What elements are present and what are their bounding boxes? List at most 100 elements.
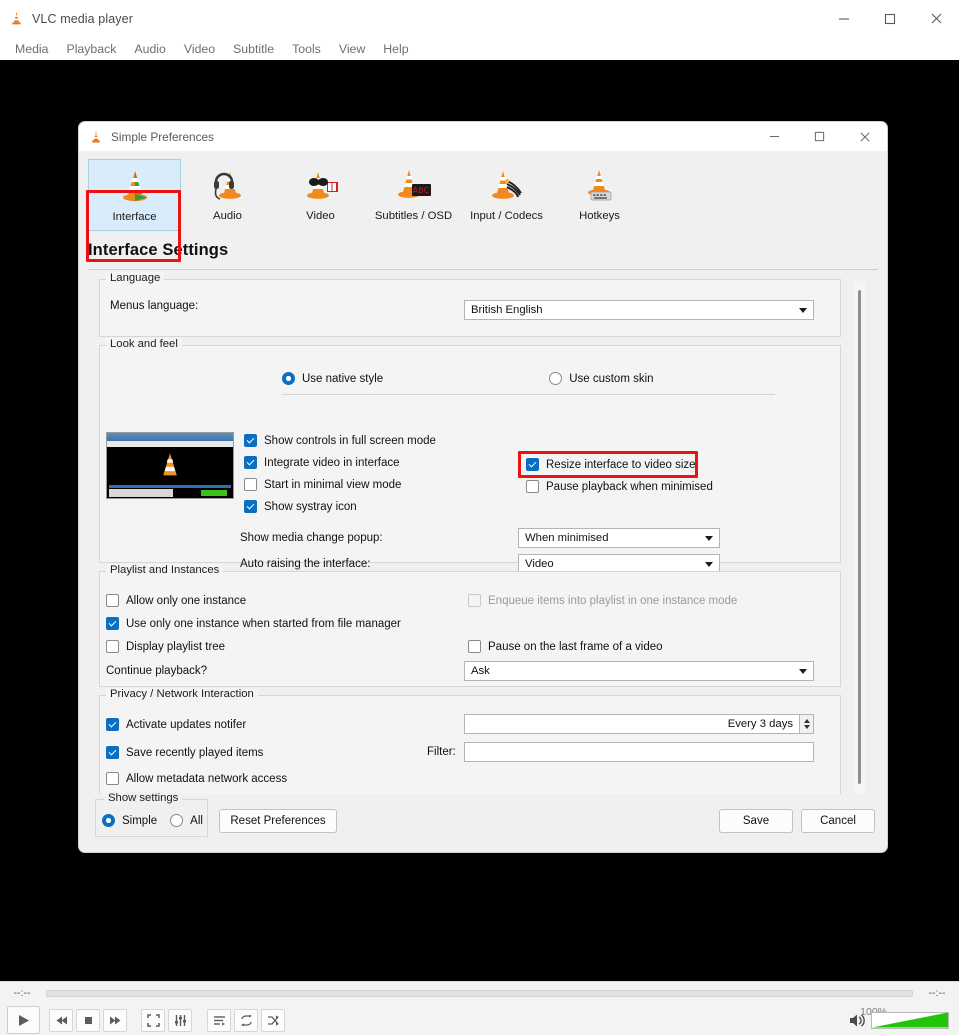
cone-keyboard-icon [580, 164, 620, 208]
group-language: Language Menus language: British English [99, 272, 841, 337]
category-input-codecs[interactable]: Input / Codecs [460, 159, 553, 231]
menu-video[interactable]: Video [175, 40, 224, 58]
radio-show-simple[interactable]: Simple [102, 814, 157, 827]
checkbox-activate-updates-label: Activate updates notifer [126, 718, 247, 731]
fullscreen-button[interactable] [141, 1008, 165, 1032]
loop-button[interactable] [234, 1008, 258, 1032]
look-divider [282, 394, 775, 395]
stop-button[interactable] [76, 1008, 100, 1032]
page-title: Interface Settings [88, 241, 229, 259]
category-subtitles-label: Subtitles / OSD [374, 210, 453, 222]
checkbox-display-playlist-tree[interactable]: Display playlist tree [106, 640, 225, 653]
chevron-up-icon [803, 719, 810, 723]
checkbox-pause-when-minimised[interactable]: Pause playback when minimised [526, 480, 713, 493]
checkbox-allow-metadata-network[interactable]: Allow metadata network access [106, 772, 287, 785]
checkbox-start-minimal-view[interactable]: Start in minimal view mode [244, 478, 436, 491]
time-total: --:-- [928, 987, 946, 999]
menu-tools[interactable]: Tools [283, 40, 330, 58]
dialog-window-controls [752, 122, 887, 151]
dialog-footer: Show settings Simple All Reset Preferenc… [79, 792, 887, 852]
radio-use-custom-skin[interactable]: Use custom skin [549, 372, 654, 385]
shuffle-button[interactable] [261, 1008, 285, 1032]
close-button[interactable] [913, 0, 959, 37]
menu-playback[interactable]: Playback [58, 40, 126, 58]
checkbox-indicator [468, 594, 481, 607]
checkbox-indicator [526, 458, 539, 471]
interface-preview-thumbnail [106, 432, 234, 499]
radio-use-native-style[interactable]: Use native style [282, 372, 383, 385]
cancel-button[interactable]: Cancel [801, 809, 875, 833]
group-privacy-network: Privacy / Network Interaction Activate u… [99, 688, 841, 799]
scrollbar-thumb[interactable] [858, 290, 861, 784]
updates-interval-value: Every 3 days [727, 718, 793, 730]
dialog-minimize-button[interactable] [752, 122, 797, 151]
menus-language-combo[interactable]: British English [464, 300, 814, 320]
checkbox-pause-last-frame-label: Pause on the last frame of a video [488, 640, 663, 653]
effects-button[interactable] [168, 1008, 192, 1032]
checkbox-allow-one-instance-label: Allow only one instance [126, 594, 247, 607]
show-settings-legend: Show settings [104, 792, 183, 804]
updates-interval-stepper[interactable] [800, 714, 814, 734]
vlc-title-text: VLC media player [32, 11, 133, 26]
continue-playback-combo[interactable]: Ask [464, 661, 814, 681]
menu-view[interactable]: View [330, 40, 374, 58]
checkbox-indicator [106, 617, 119, 630]
playlist-button[interactable] [207, 1008, 231, 1032]
menu-help[interactable]: Help [374, 40, 417, 58]
dialog-maximize-button[interactable] [797, 122, 842, 151]
radio-skin-label: Use custom skin [569, 372, 654, 385]
time-elapsed: --:-- [13, 987, 31, 999]
next-button[interactable] [103, 1008, 127, 1032]
checkbox-show-systray[interactable]: Show systray icon [244, 500, 436, 513]
auto-raise-label: Auto raising the interface: [240, 558, 371, 570]
checkbox-pause-last-frame[interactable]: Pause on the last frame of a video [468, 640, 663, 653]
previous-button[interactable] [49, 1008, 73, 1032]
checkbox-integrate-video[interactable]: Integrate video in interface [244, 456, 436, 469]
seek-slider[interactable] [46, 989, 913, 997]
category-interface[interactable]: Interface [88, 159, 181, 231]
cone-cables-icon [487, 164, 527, 208]
checkbox-use-one-instance-file-manager[interactable]: Use only one instance when started from … [106, 617, 401, 630]
checkbox-save-recent-label: Save recently played items [126, 746, 264, 759]
vlc-app-window: VLC media player Media Playback Audio Vi… [0, 0, 959, 1035]
cone-subtitles-icon: ABC [394, 164, 434, 208]
checkbox-activate-updates-notifier[interactable]: Activate updates notifer [106, 718, 246, 731]
media-popup-combo[interactable]: When minimised [518, 528, 720, 548]
radio-show-all[interactable]: All [170, 814, 203, 827]
category-hotkeys[interactable]: Hotkeys [553, 159, 646, 231]
settings-scrollbar[interactable] [854, 281, 865, 799]
checkbox-display-tree-label: Display playlist tree [126, 640, 226, 653]
radio-native-indicator [282, 372, 295, 385]
cone-glasses-icon [301, 164, 341, 208]
category-hotkeys-label: Hotkeys [579, 210, 620, 222]
checkbox-show-controls-fullscreen[interactable]: Show controls in full screen mode [244, 434, 436, 447]
menu-media[interactable]: Media [6, 40, 58, 58]
media-popup-label: Show media change popup: [240, 532, 383, 544]
reset-preferences-button[interactable]: Reset Preferences [219, 809, 337, 833]
maximize-button[interactable] [867, 0, 913, 37]
filter-input[interactable] [464, 742, 814, 762]
checkbox-allow-one-instance[interactable]: Allow only one instance [106, 594, 246, 607]
checkbox-enqueue-items[interactable]: Enqueue items into playlist in one insta… [468, 594, 737, 607]
category-audio[interactable]: Audio [181, 159, 274, 231]
checkbox-resize-interface[interactable]: Resize interface to video size [526, 458, 713, 471]
save-button[interactable]: Save [719, 809, 793, 833]
checkbox-save-recently-played[interactable]: Save recently played items [106, 746, 263, 759]
menu-audio[interactable]: Audio [125, 40, 174, 58]
minimize-button[interactable] [821, 0, 867, 37]
volume-slider[interactable] [871, 1011, 949, 1029]
play-icon [19, 1014, 29, 1026]
dialog-close-button[interactable] [842, 122, 887, 151]
checkbox-allow-metadata-label: Allow metadata network access [126, 772, 288, 785]
title-divider [88, 269, 878, 270]
fullscreen-icon [146, 1013, 160, 1027]
menu-subtitle[interactable]: Subtitle [224, 40, 283, 58]
volume-fill [872, 1012, 948, 1028]
category-video[interactable]: Video [274, 159, 367, 231]
radio-all-label: All [190, 814, 203, 827]
transport-controls [0, 1004, 959, 1035]
category-subtitles-osd[interactable]: ABC Subtitles / OSD [367, 159, 460, 231]
checkbox-integrate-video-label: Integrate video in interface [264, 456, 400, 469]
updates-interval-spinner[interactable]: Every 3 days [464, 714, 814, 734]
play-button[interactable] [7, 1006, 40, 1034]
